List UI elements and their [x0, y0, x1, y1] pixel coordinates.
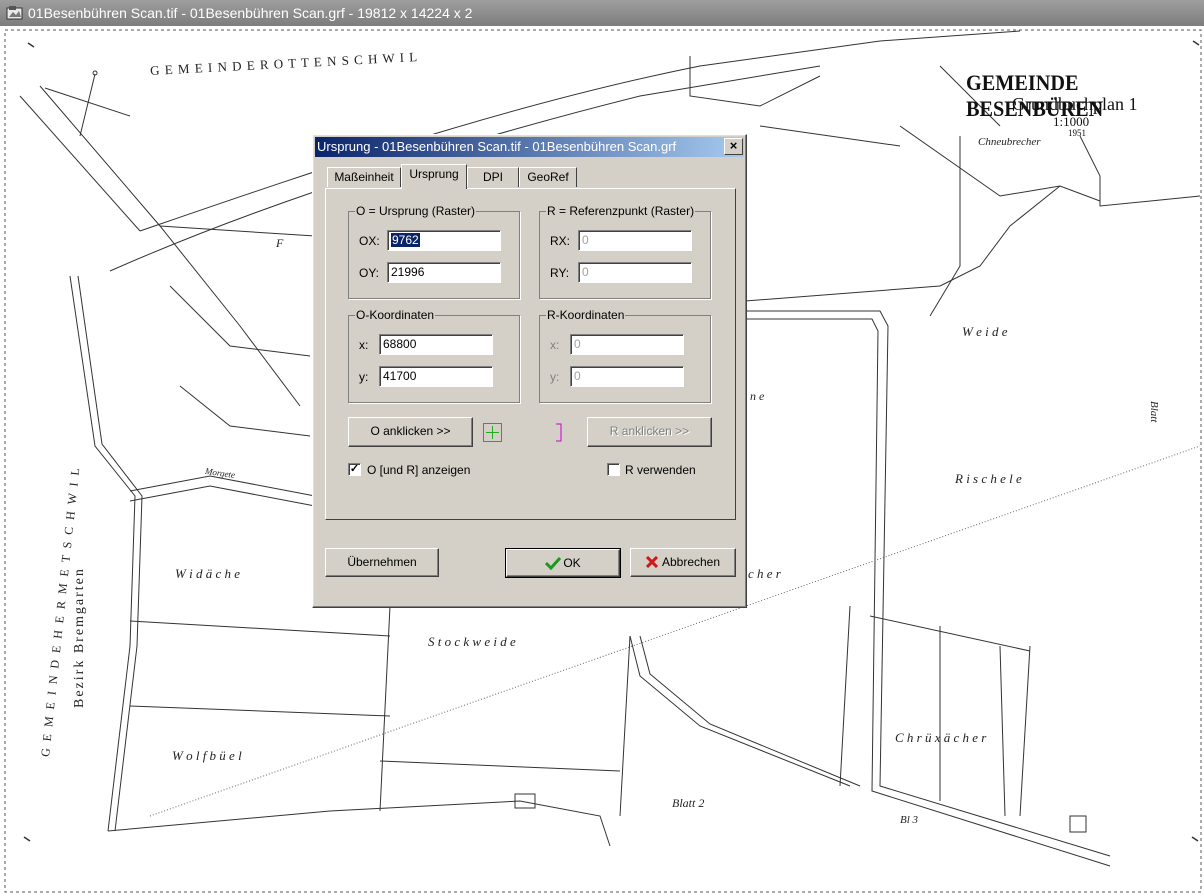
- map-label-chruzacher: C h r ü x ä c h e r: [895, 730, 987, 745]
- tab-ursprung[interactable]: Ursprung: [401, 164, 467, 189]
- rx-label: RX:: [550, 234, 571, 248]
- checkbox-check-icon: ✓: [349, 463, 360, 475]
- o-marker-icon: [483, 423, 502, 442]
- cancel-x-icon: [645, 555, 659, 569]
- r-anklicken-button[interactable]: R anklicken >>: [587, 417, 712, 447]
- group-o-raster: O = Ursprung (Raster) OX: 9762 OY: 21996: [348, 204, 520, 299]
- map-label-chneubrecher: Chneubrecher: [978, 136, 1041, 148]
- cancel-label: Abbrechen: [661, 555, 721, 569]
- map-year: 1951: [1068, 128, 1086, 138]
- ok-button[interactable]: OK: [505, 548, 621, 578]
- ox-input[interactable]: 9762: [387, 230, 501, 251]
- ox-coord-label: x:: [359, 338, 369, 352]
- r-x-input[interactable]: 0: [570, 334, 684, 355]
- ox-value: 9762: [391, 233, 420, 247]
- close-icon: ×: [729, 138, 738, 153]
- cancel-button[interactable]: Abbrechen: [630, 548, 736, 577]
- map-label-blatt-right: Blatt: [1148, 401, 1160, 423]
- tab-label: DPI: [482, 170, 503, 184]
- ry-input[interactable]: 0: [578, 262, 692, 283]
- use-r-checkbox[interactable]: [607, 463, 620, 476]
- ry-label: RY:: [550, 266, 570, 280]
- tab-masseinheit[interactable]: Maßeinheit: [327, 167, 401, 187]
- show-or-label: O [und R] anzeigen: [367, 463, 471, 477]
- group-label: R = Referenzpunkt (Raster): [546, 204, 696, 218]
- r-x-value: 0: [574, 337, 581, 351]
- tab-label: Maßeinheit: [334, 170, 394, 184]
- o-x-value: 68800: [383, 337, 417, 351]
- close-button[interactable]: ×: [724, 138, 743, 155]
- tab-dpi[interactable]: DPI: [467, 167, 519, 187]
- tab-georef[interactable]: GeoRef: [519, 167, 577, 187]
- map-label-stockweide: S t o c k w e i d e: [428, 634, 516, 649]
- tab-label: GeoRef: [527, 170, 569, 184]
- rx-input[interactable]: 0: [578, 230, 692, 251]
- rx-value: 0: [582, 233, 589, 247]
- oy-input[interactable]: 21996: [387, 262, 501, 283]
- o-y-input[interactable]: 41700: [379, 366, 493, 387]
- checkmark-icon: [545, 556, 562, 571]
- map-label-widacher: W i d ä c h e: [175, 566, 240, 581]
- map-label-wolfbuel: W o l f b ü e l: [172, 748, 242, 763]
- tab-label: Ursprung: [409, 167, 459, 181]
- group-label: O = Ursprung (Raster): [355, 204, 477, 218]
- ry-coord-label: y:: [550, 370, 560, 384]
- map-subtitle: Grundbuchplan 1: [1012, 94, 1138, 114]
- ursprung-dialog: Ursprung - 01Besenbühren Scan.tif - 01Be…: [312, 134, 747, 608]
- o-anklicken-button[interactable]: O anklicken >>: [348, 417, 473, 447]
- r-marker-icon: [556, 423, 562, 442]
- group-label: O-Koordinaten: [355, 308, 436, 322]
- map-label-f: F: [276, 236, 284, 250]
- oy-value: 21996: [391, 265, 425, 279]
- ox-label: OX:: [359, 234, 380, 248]
- dialog-title: Ursprung - 01Besenbühren Scan.tif - 01Be…: [317, 139, 677, 154]
- map-label-rischele: R i s c h e l e: [955, 471, 1022, 486]
- r-y-value: 0: [574, 369, 581, 383]
- oy-label: OY:: [359, 266, 380, 280]
- r-y-input[interactable]: 0: [570, 366, 684, 387]
- r-anklicken-label: R anklicken >>: [609, 424, 690, 438]
- map-label-cher: c h e r: [748, 566, 781, 581]
- oy-coord-label: y:: [359, 370, 369, 384]
- tab-panel-ursprung: O = Ursprung (Raster) OX: 9762 OY: 21996…: [325, 188, 736, 520]
- show-or-checkbox[interactable]: ✓: [348, 463, 361, 476]
- apply-label: Übernehmen: [347, 555, 417, 569]
- o-anklicken-label: O anklicken >>: [370, 424, 451, 438]
- map-label-ne: n e: [750, 389, 765, 403]
- rx-coord-label: x:: [550, 338, 560, 352]
- dialog-titlebar[interactable]: Ursprung - 01Besenbühren Scan.tif - 01Be…: [315, 137, 744, 157]
- app-icon: [6, 6, 23, 20]
- main-window-title: 01Besenbühren Scan.tif - 01Besenbühren S…: [28, 5, 473, 21]
- o-x-input[interactable]: 68800: [379, 334, 493, 355]
- o-y-value: 41700: [383, 369, 417, 383]
- apply-button[interactable]: Übernehmen: [325, 548, 439, 577]
- use-r-label: R verwenden: [625, 463, 696, 477]
- group-r-koordinaten: R-Koordinaten x: 0 y: 0: [539, 308, 711, 403]
- main-window-titlebar[interactable]: 01Besenbühren Scan.tif - 01Besenbühren S…: [0, 0, 1204, 26]
- group-o-koordinaten: O-Koordinaten x: 68800 y: 41700: [348, 308, 520, 403]
- ry-value: 0: [582, 265, 589, 279]
- group-label: R-Koordinaten: [546, 308, 626, 322]
- map-label-blatt2: Blatt 2: [672, 796, 705, 810]
- map-label-weide: W e i d e: [962, 324, 1008, 339]
- map-label-blatt3: Bl 3: [900, 814, 919, 826]
- ok-label: OK: [563, 556, 581, 570]
- group-r-raster: R = Referenzpunkt (Raster) RX: 0 RY: 0: [539, 204, 711, 299]
- map-label-bremgarten: Bezirk Bremgarten: [72, 567, 87, 708]
